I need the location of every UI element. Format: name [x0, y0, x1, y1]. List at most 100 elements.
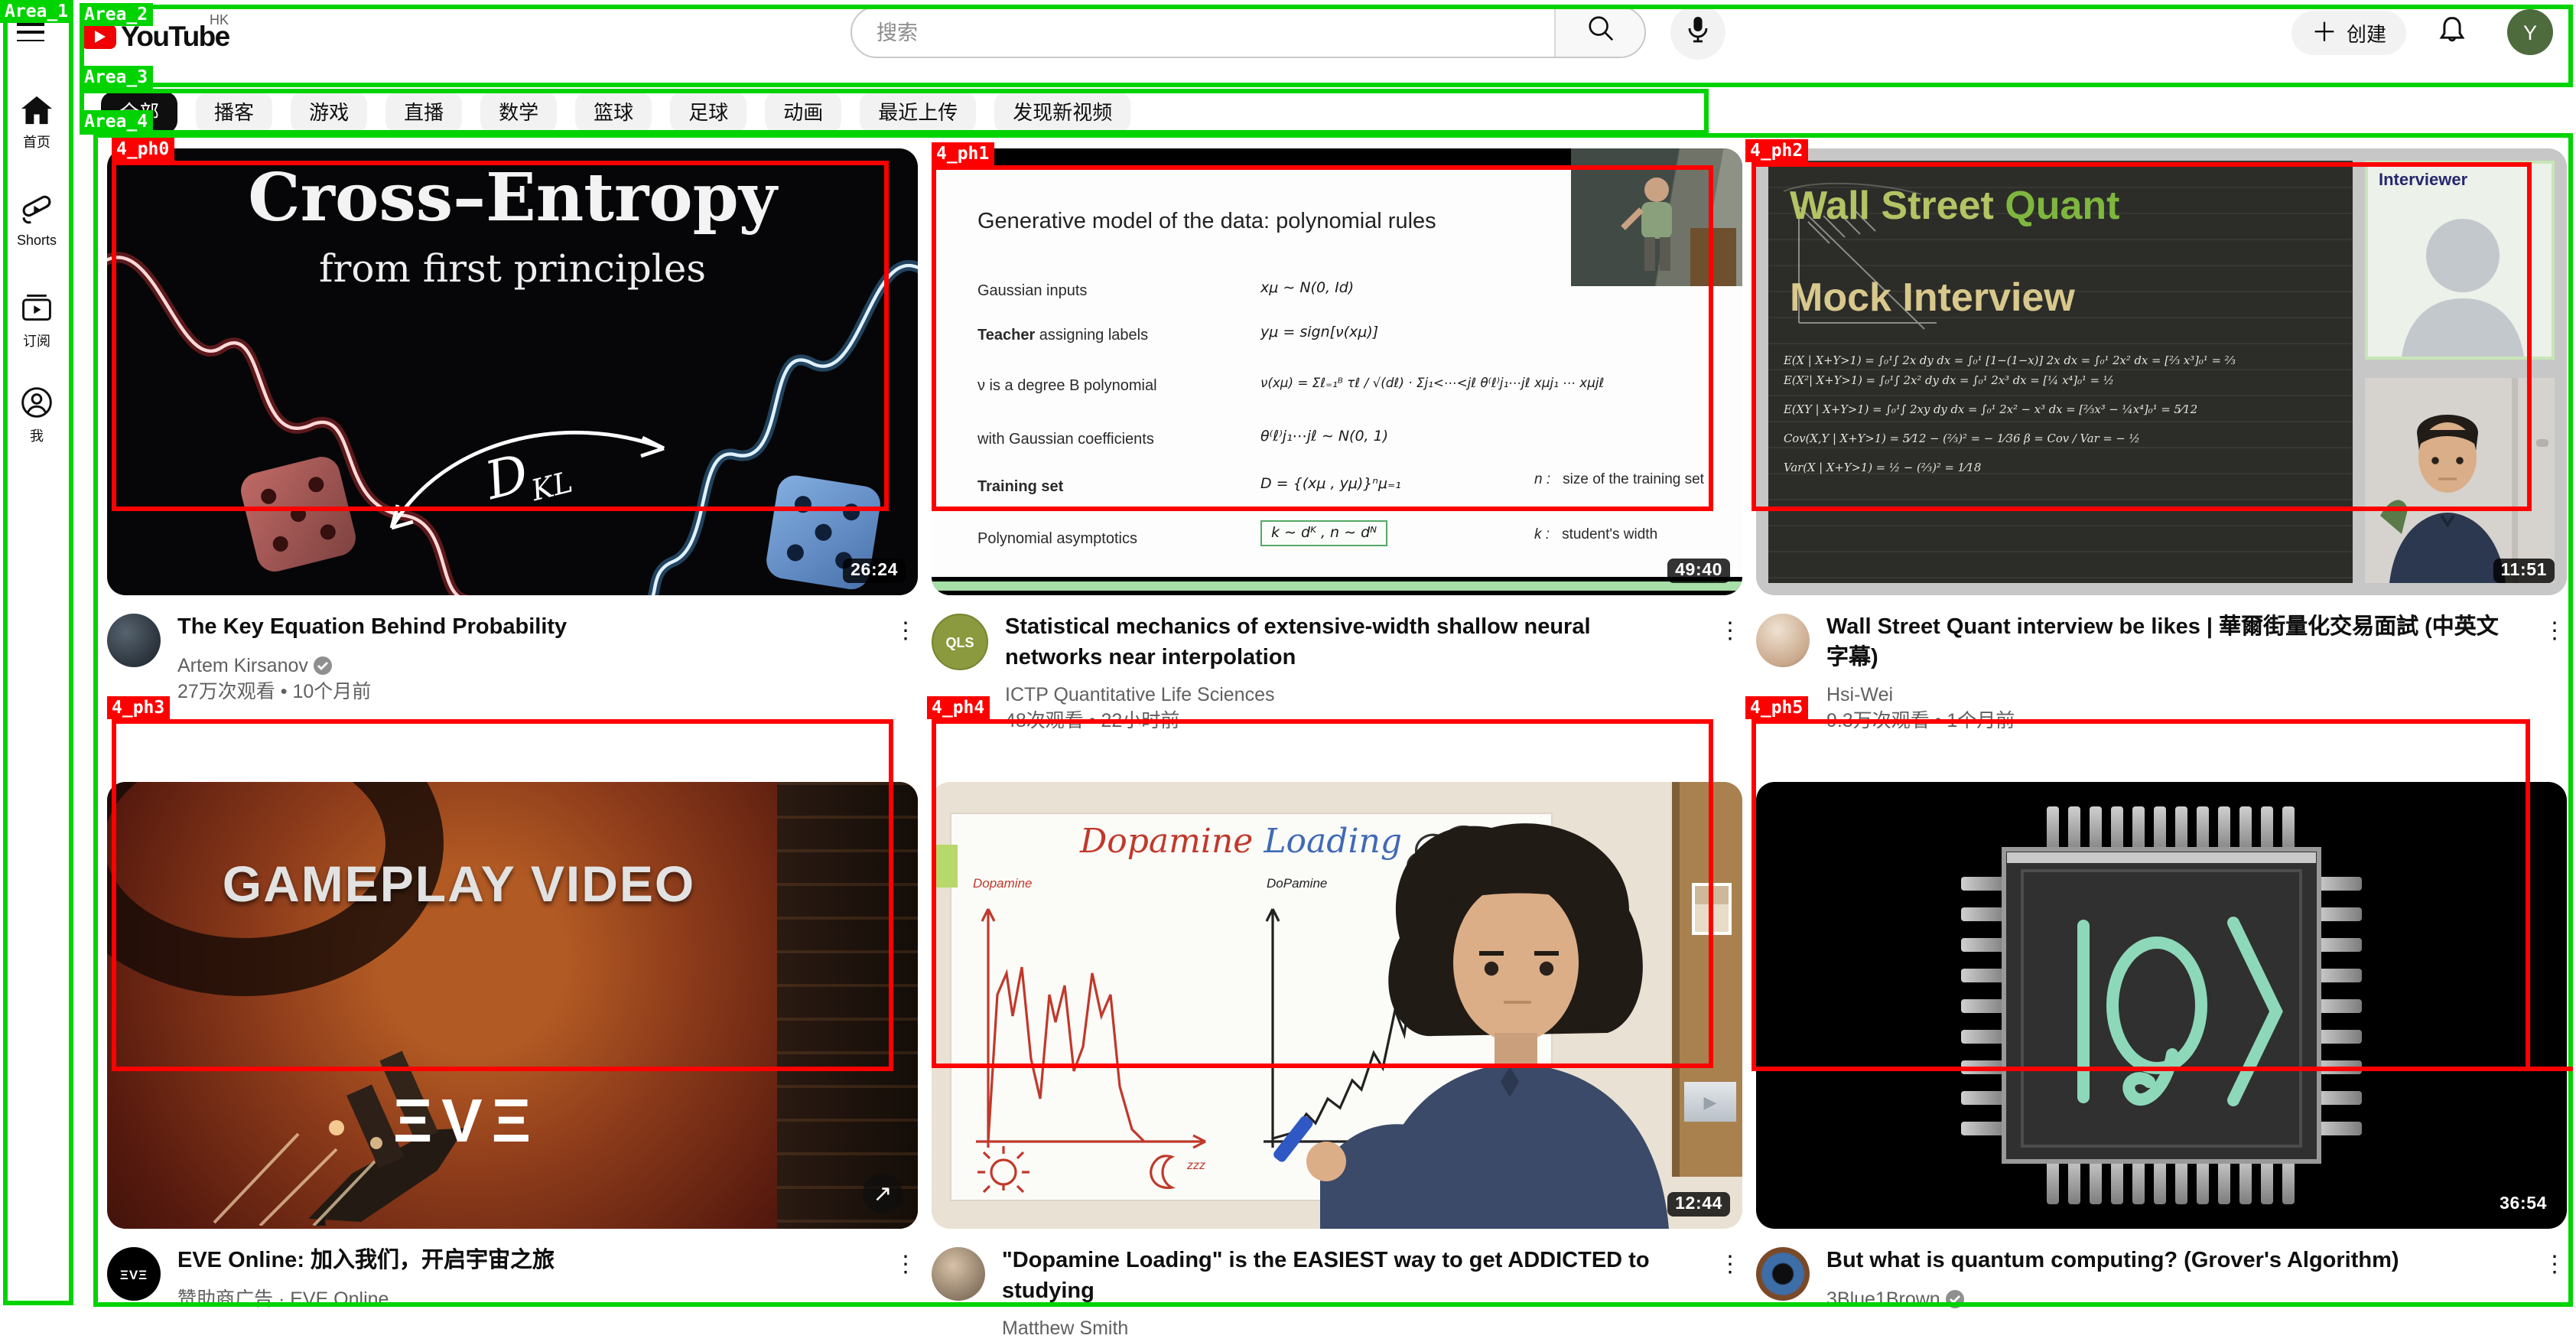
sidebar-item-home[interactable]: 首页 — [0, 95, 73, 181]
chip-gaming[interactable]: 游戏 — [291, 92, 367, 133]
video-title[interactable]: Statistical mechanics of extensive-width… — [1005, 614, 1678, 673]
more-options-button[interactable]: ⋮ — [893, 1250, 918, 1278]
video-thumbnail-eve-online[interactable]: GAMEPLAY VIDEO ΞVΞ ↗ — [107, 782, 918, 1229]
chip-new-to-you[interactable]: 发现新视频 — [994, 92, 1130, 133]
channel-name[interactable]: Matthew Smith — [1002, 1316, 1675, 1342]
slide-title: Generative model of the data: polynomial… — [977, 210, 1436, 234]
video-card: Generative model of the data: polynomial… — [932, 148, 1742, 595]
thumb-headline: GAMEPLAY VIDEO — [107, 855, 811, 914]
youtube-home-page: 首页 Shorts 订阅 — [0, 0, 2576, 1308]
video-thumbnail-quantum[interactable]: 36:54 — [1756, 782, 2567, 1229]
sidebar-item-you[interactable]: 我 — [0, 386, 73, 471]
video-card-ad: GAMEPLAY VIDEO ΞVΞ ↗ ΞVΞ EVE Online: 加入我… — [107, 782, 918, 1229]
notifications-button[interactable] — [2435, 14, 2469, 55]
account-avatar[interactable]: Y — [2507, 9, 2553, 55]
avatar-initial: Y — [2523, 21, 2537, 44]
video-meta: 9.3万次观看 • 1个月前 — [1826, 708, 2500, 735]
interviewer-label: Interviewer — [2379, 171, 2467, 190]
sticky-eraser — [933, 845, 958, 888]
speaker-figure — [1571, 148, 1742, 286]
watch-progress-bar — [932, 581, 1742, 591]
bell-icon — [2435, 14, 2469, 47]
video-title[interactable]: EVE Online: 加入我们，开启宇宙之旅 — [177, 1247, 851, 1277]
video-thumbnail-dopamine[interactable]: Dopamine Loading Dopamine zzz — [932, 782, 1742, 1229]
chip-live[interactable]: 直播 — [385, 92, 462, 133]
channel-avatar[interactable] — [1756, 614, 1810, 667]
duration-badge: 36:54 — [2492, 1192, 2555, 1217]
video-card: Cross–Entropy from first principles DKL … — [107, 148, 918, 595]
duration-badge: 11:51 — [2493, 559, 2555, 583]
search-icon — [1586, 14, 1615, 50]
search-button[interactable] — [1554, 8, 1644, 57]
more-options-button[interactable]: ⋮ — [893, 617, 918, 644]
more-options-button[interactable]: ⋮ — [1718, 617, 1742, 644]
channel-avatar[interactable]: ΞVΞ — [107, 1247, 161, 1301]
microphone-icon — [1686, 15, 1710, 50]
video-thumbnail-cross-entropy[interactable]: Cross–Entropy from first principles DKL … — [107, 148, 918, 595]
chip-math[interactable]: 数学 — [480, 92, 557, 133]
home-icon — [0, 95, 73, 125]
video-card: 36:54 But what is quantum computing? (Gr… — [1756, 782, 2567, 1229]
more-options-button[interactable]: ⋮ — [2542, 617, 2567, 644]
voice-search-button[interactable] — [1670, 5, 1725, 60]
interviewee-webcam — [2365, 378, 2555, 583]
channel-avatar[interactable]: QLS — [932, 614, 988, 670]
eve-logo: ΞVΞ — [107, 1088, 826, 1157]
search-input[interactable] — [852, 8, 1554, 57]
sidebar-item-label: 首页 — [0, 132, 73, 151]
sidebar-item-subscriptions[interactable]: 订阅 — [0, 291, 73, 376]
channel-avatar[interactable] — [107, 614, 161, 667]
sidebar-item-label: Shorts — [0, 233, 73, 248]
chip-animation[interactable]: 动画 — [765, 92, 841, 133]
video-card: Wall Street Quant Mock Interview E(X | X… — [1756, 148, 2567, 595]
speaker-webcam-inset — [1571, 148, 1742, 286]
avatar-placeholder-icon — [2399, 197, 2527, 357]
video-title[interactable]: Wall Street Quant interview be likes | 華… — [1826, 614, 2500, 673]
search-bar — [851, 6, 1646, 58]
subscriptions-icon — [0, 291, 73, 324]
spaceship-art — [153, 920, 658, 1226]
video-title[interactable]: But what is quantum computing? (Grover's… — [1826, 1247, 2500, 1277]
region-badge: HK — [210, 12, 229, 28]
thumb-title-line1: Wall Street Quant — [1790, 182, 2120, 230]
create-button[interactable]: ＋ 创建 — [2291, 11, 2406, 55]
video-meta: 27万次观看 • 10个月前 — [177, 679, 851, 705]
verified-badge-icon — [314, 656, 333, 675]
create-button-label: 创建 — [2347, 18, 2386, 47]
chip-podcasts[interactable]: 播客 — [196, 92, 272, 133]
area-label-3: Area_3 — [80, 66, 152, 89]
channel-name[interactable]: ICTP Quantitative Life Sciences — [1005, 682, 1678, 708]
quantum-chip-art — [1756, 782, 2567, 1229]
person-circle-icon — [0, 386, 73, 419]
external-link-icon: ↗ — [863, 1174, 903, 1213]
more-options-button[interactable]: ⋮ — [2542, 1250, 2567, 1278]
thumb-title-line2: Mock Interview — [1790, 274, 2075, 321]
chip-soccer[interactable]: 足球 — [670, 92, 746, 133]
channel-name[interactable]: Hsi-Wei — [1826, 682, 2500, 708]
sidebar-item-shorts[interactable]: Shorts — [0, 193, 73, 278]
video-thumbnail-lecture-slide[interactable]: Generative model of the data: polynomial… — [932, 148, 1742, 595]
duration-badge: 12:44 — [1667, 1192, 1730, 1217]
video-title[interactable]: "Dopamine Loading" is the EASIEST way to… — [1002, 1247, 1675, 1307]
sidebar: 首页 Shorts 订阅 — [0, 0, 73, 1308]
channel-avatar[interactable] — [932, 1247, 985, 1301]
interviewer-panel: Interviewer — [2365, 161, 2555, 360]
chip-all[interactable]: 全部 — [101, 92, 177, 133]
plus-icon: ＋ — [2311, 11, 2337, 55]
sidebar-item-label: 订阅 — [0, 331, 73, 350]
svg-text:zzz: zzz — [1186, 1159, 1205, 1172]
video-thumbnail-quant-interview[interactable]: Wall Street Quant Mock Interview E(X | X… — [1756, 148, 2567, 595]
more-options-button[interactable]: ⋮ — [1718, 1250, 1742, 1278]
hamburger-menu-icon[interactable] — [17, 23, 44, 43]
channel-name[interactable]: Artem Kirsanov — [177, 653, 851, 679]
thumb-heading: Cross–Entropy — [107, 161, 918, 237]
interviewee-figure — [2365, 378, 2555, 583]
youtube-logo-icon[interactable] — [81, 24, 116, 49]
verified-badge-icon — [1947, 1290, 1965, 1308]
video-title[interactable]: The Key Equation Behind Probability — [177, 614, 851, 643]
chip-basketball[interactable]: 篮球 — [575, 92, 652, 133]
chip-recently-uploaded[interactable]: 最近上传 — [860, 92, 976, 133]
channel-avatar[interactable] — [1756, 1247, 1810, 1301]
chalk-math: E(X | X+Y>1) = ∫₀¹∫ 2x dy dx = ∫₀¹ [1−(1… — [1784, 350, 2343, 477]
shorts-icon — [0, 193, 73, 226]
